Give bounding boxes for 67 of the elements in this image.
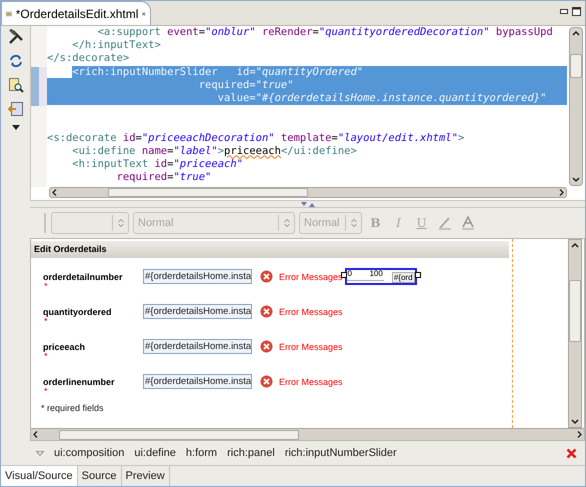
editor-mode-tab[interactable]: Visual/Source xyxy=(1,466,78,486)
breadcrumb-item[interactable]: rich:panel xyxy=(227,444,275,462)
refresh-icon[interactable] xyxy=(8,53,24,69)
resize-handle[interactable] xyxy=(340,272,347,278)
vertical-scrollbar[interactable] xyxy=(568,239,582,428)
scroll-down-icon[interactable] xyxy=(569,417,581,427)
panel-title: Edit Orderdetails xyxy=(34,242,107,256)
error-message: Error Messages xyxy=(279,306,343,319)
scrollbar-thumb[interactable] xyxy=(569,280,581,342)
required-mark: * xyxy=(43,387,48,395)
code-line: required="true" xyxy=(116,171,212,184)
tools-icon[interactable] xyxy=(8,29,24,45)
scroll-up-icon[interactable] xyxy=(570,28,582,38)
code-line: required="true" xyxy=(198,78,294,92)
dropdown-arrow-icon[interactable] xyxy=(12,125,20,130)
code-line: value="#{orderdetailsHome.instance.quantityordered}" xyxy=(216,92,546,106)
close-icon[interactable] xyxy=(566,448,577,458)
code-line: </h:inputText> xyxy=(71,39,161,52)
text-field[interactable]: #{orderdetailsHome.insta xyxy=(143,374,252,389)
scrollbar-thumb[interactable] xyxy=(108,188,308,197)
required-fields-note: * required fields xyxy=(41,402,105,415)
horizontal-scrollbar[interactable] xyxy=(49,187,567,198)
required-mark: * xyxy=(43,282,48,290)
error-message: Error Messages xyxy=(279,341,343,354)
code-line: <ui:define name="label">priceeach</ui:define> xyxy=(71,144,357,158)
slider-value: #{ord xyxy=(392,272,415,283)
error-icon xyxy=(260,270,273,283)
minimize-icon[interactable] xyxy=(560,9,568,14)
maximize-icon[interactable] xyxy=(572,7,581,16)
code-line: <a:support event="onblur" reRender="quantityorderedDecoration" bypassUpd xyxy=(96,26,553,40)
code-line: <h:inputText id="priceeach" xyxy=(71,158,243,172)
horizontal-scrollbar[interactable] xyxy=(31,428,584,440)
spinner-arrows-icon xyxy=(118,218,124,228)
text-field[interactable]: #{orderdetailsHome.insta xyxy=(143,269,252,284)
editor-tab[interactable]: *OrderdetailsEdit.xhtml xyxy=(1,1,151,25)
error-icon xyxy=(260,305,273,318)
page-search-icon[interactable] xyxy=(8,77,24,93)
slider-max: 100 xyxy=(369,270,383,278)
breadcrumb-item[interactable]: rich:inputNumberSlider xyxy=(284,444,397,462)
scrollbar-thumb[interactable] xyxy=(59,430,299,440)
field-label: orderlinenumber xyxy=(43,377,116,387)
sash-arrows-icon[interactable] xyxy=(300,202,314,206)
scroll-down-icon[interactable] xyxy=(570,175,582,185)
error-icon xyxy=(260,340,273,353)
error-icon xyxy=(260,375,273,388)
text-field[interactable]: #{orderdetailsHome.insta xyxy=(143,339,252,354)
error-message: Error Messages xyxy=(279,271,343,284)
code-line: </s:decorate> xyxy=(47,52,130,66)
tab-title: *OrderdetailsEdit.xhtml xyxy=(16,6,138,22)
text-field[interactable]: #{orderdetailsHome.insta xyxy=(143,304,252,319)
breadcrumb-item[interactable]: h:form xyxy=(186,444,218,462)
breadcrumb-item[interactable]: ui:composition xyxy=(54,444,124,462)
scrollbar-thumb[interactable] xyxy=(570,54,582,78)
field-label: priceeach xyxy=(43,342,86,352)
scroll-up-icon[interactable] xyxy=(569,240,581,250)
required-mark: * xyxy=(44,352,48,360)
field-label: orderdetailnumber xyxy=(43,272,124,282)
error-message: Error Messages xyxy=(279,376,343,389)
required-mark: * xyxy=(44,317,48,325)
spinner-arrows-icon xyxy=(284,218,290,228)
field-label: quantityordered xyxy=(43,307,113,317)
vertical-scrollbar[interactable] xyxy=(569,27,583,186)
breadcrumb-item[interactable]: ui:define xyxy=(134,444,176,462)
code-line: <s:decorate id="priceeachDecoration" template="layout/edit.xhtml"> xyxy=(47,132,464,145)
slider-min: 0 xyxy=(348,270,352,278)
code-line: <rich:inputNumberSlider id="quantityOrdered" xyxy=(47,66,364,79)
spinner-arrows-icon xyxy=(350,218,356,228)
